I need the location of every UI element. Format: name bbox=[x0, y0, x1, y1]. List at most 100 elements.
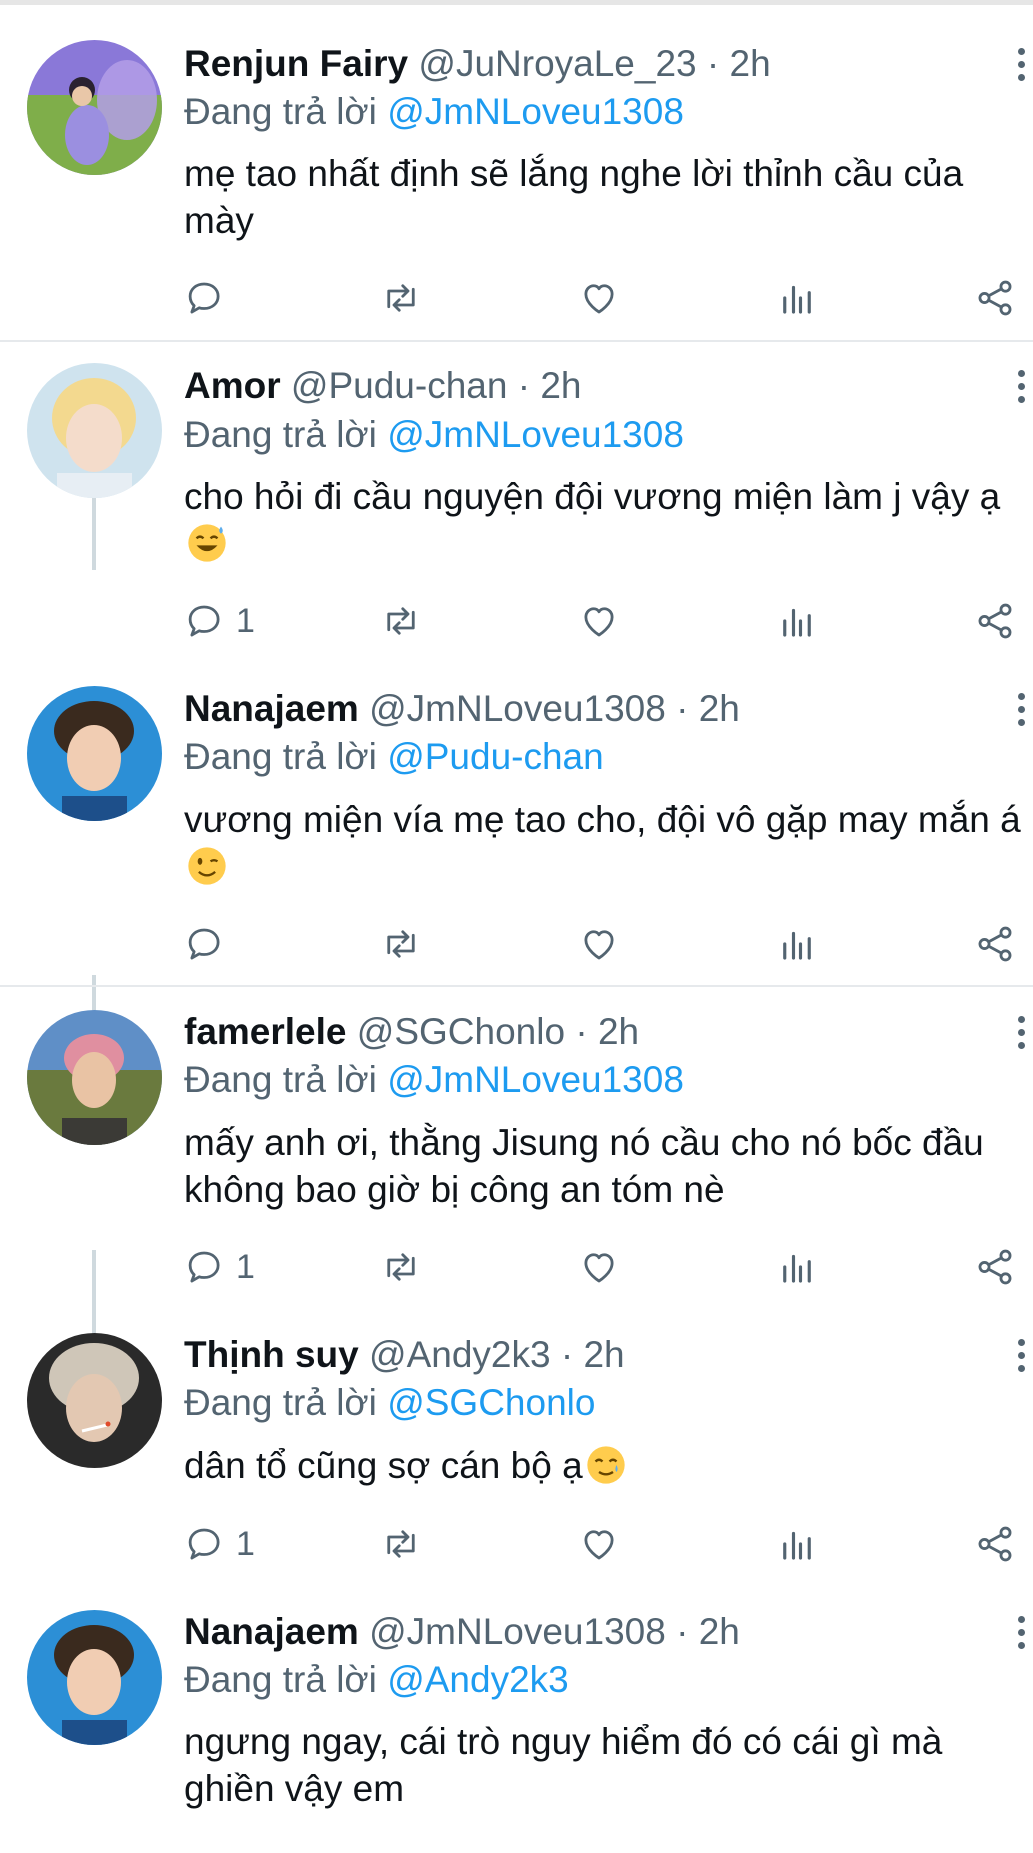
tweet-divider bbox=[0, 340, 1033, 342]
reply-button[interactable]: 1 bbox=[184, 1519, 255, 1569]
reply-icon bbox=[188, 1528, 220, 1560]
replying-to-handle[interactable]: @JmNLoveu1308 bbox=[387, 1059, 684, 1100]
retweet-button[interactable] bbox=[380, 1519, 422, 1569]
replying-label: Đang trả lời bbox=[184, 1659, 377, 1700]
timestamp[interactable]: 2h bbox=[699, 1611, 740, 1652]
timestamp[interactable]: 2h bbox=[730, 43, 771, 84]
reply-button[interactable] bbox=[184, 273, 236, 323]
timestamp[interactable]: 2h bbox=[540, 365, 581, 406]
views-button[interactable] bbox=[776, 1242, 818, 1292]
retweet-button[interactable] bbox=[380, 596, 422, 646]
display-name[interactable]: Nanajaem bbox=[184, 1611, 359, 1652]
reply-icon bbox=[188, 928, 220, 960]
avatar[interactable] bbox=[27, 363, 162, 498]
display-name[interactable]: famerlele bbox=[184, 1011, 347, 1052]
share-icon bbox=[978, 1249, 1012, 1285]
views-icon bbox=[783, 1531, 811, 1560]
tweet-text: ngưng ngay, cái trò nguy hiểm đó có cái … bbox=[184, 1721, 943, 1809]
avatar[interactable] bbox=[27, 1333, 162, 1468]
replying-to-handle[interactable]: @Pudu-chan bbox=[387, 736, 604, 777]
heart-icon bbox=[584, 930, 614, 960]
views-icon bbox=[783, 931, 811, 960]
timestamp[interactable]: 2h bbox=[583, 1334, 624, 1375]
user-handle[interactable]: @JuNroyaLe_23 bbox=[418, 43, 696, 84]
reply-button[interactable]: 1 bbox=[184, 1242, 255, 1292]
reply-icon bbox=[188, 1251, 220, 1283]
more-icon[interactable] bbox=[1014, 1016, 1028, 1058]
action-bar: 1 bbox=[184, 1242, 1024, 1292]
views-icon bbox=[783, 285, 811, 314]
views-icon bbox=[783, 608, 811, 637]
timestamp[interactable]: 2h bbox=[598, 1011, 639, 1052]
timestamp[interactable]: 2h bbox=[699, 688, 740, 729]
replying-to-handle[interactable]: @Andy2k3 bbox=[387, 1659, 569, 1700]
share-icon bbox=[978, 280, 1012, 316]
avatar[interactable] bbox=[27, 1010, 162, 1145]
tweet-text: mấy anh ơi, thằng Jisung nó cầu cho nó b… bbox=[184, 1122, 984, 1210]
user-handle[interactable]: @JmNLoveu1308 bbox=[369, 688, 666, 729]
replying-label: Đang trả lời bbox=[184, 414, 377, 455]
share-button[interactable] bbox=[974, 273, 1016, 323]
more-icon[interactable] bbox=[1014, 48, 1028, 90]
reply-icon bbox=[188, 605, 220, 637]
avatar[interactable] bbox=[27, 686, 162, 821]
views-button[interactable] bbox=[776, 1519, 818, 1569]
user-handle[interactable]: @SGChonlo bbox=[357, 1011, 565, 1052]
reply-count: 1 bbox=[236, 601, 255, 640]
retweet-icon bbox=[387, 607, 415, 635]
share-icon bbox=[978, 926, 1012, 962]
more-icon[interactable] bbox=[1014, 370, 1028, 412]
like-button[interactable] bbox=[578, 919, 620, 969]
tweet-text: dân tổ cũng sợ cán bộ ạ bbox=[184, 1442, 1029, 1489]
display-name[interactable]: Thịnh suy bbox=[184, 1334, 359, 1375]
retweet-button[interactable] bbox=[380, 919, 422, 969]
retweet-button[interactable] bbox=[380, 1242, 422, 1292]
like-button[interactable] bbox=[578, 273, 620, 323]
replying-to-handle[interactable]: @JmNLoveu1308 bbox=[387, 414, 684, 455]
action-bar: 1 bbox=[184, 1519, 1024, 1569]
tweet-text: vương miện vía mẹ tao cho, đội vô gặp ma… bbox=[184, 796, 1029, 890]
share-button[interactable] bbox=[974, 596, 1016, 646]
share-icon bbox=[978, 603, 1012, 639]
more-icon[interactable] bbox=[1014, 1339, 1028, 1381]
more-icon[interactable] bbox=[1014, 1616, 1028, 1658]
share-button[interactable] bbox=[974, 919, 1016, 969]
like-button[interactable] bbox=[578, 596, 620, 646]
user-handle[interactable]: @JmNLoveu1308 bbox=[369, 1611, 666, 1652]
display-name[interactable]: Renjun Fairy bbox=[184, 43, 408, 84]
share-button[interactable] bbox=[974, 1519, 1016, 1569]
replying-label: Đang trả lời bbox=[184, 91, 377, 132]
heart-icon bbox=[584, 1530, 614, 1560]
retweet-button[interactable] bbox=[380, 273, 422, 323]
more-icon[interactable] bbox=[1014, 693, 1028, 735]
reply-button[interactable]: 1 bbox=[184, 596, 255, 646]
views-button[interactable] bbox=[776, 596, 818, 646]
retweet-icon bbox=[387, 930, 415, 958]
tweet-divider bbox=[0, 985, 1033, 987]
wink-emoji bbox=[188, 847, 226, 885]
views-button[interactable] bbox=[776, 919, 818, 969]
reply-count: 1 bbox=[236, 1247, 255, 1286]
heart-icon bbox=[584, 607, 614, 637]
share-icon bbox=[978, 1526, 1012, 1562]
action-bar bbox=[184, 919, 1024, 969]
display-name[interactable]: Nanajaem bbox=[184, 688, 359, 729]
action-bar: 1 bbox=[184, 596, 1024, 646]
replying-to-handle[interactable]: @SGChonlo bbox=[387, 1382, 595, 1423]
tweet-text: cho hỏi đi cầu nguyện đội vương miện làm… bbox=[184, 473, 1029, 567]
retweet-icon bbox=[387, 1530, 415, 1558]
replying-to-handle[interactable]: @JmNLoveu1308 bbox=[387, 91, 684, 132]
avatar[interactable] bbox=[27, 1610, 162, 1745]
like-button[interactable] bbox=[578, 1519, 620, 1569]
reply-button[interactable] bbox=[184, 919, 236, 969]
reply-count: 1 bbox=[236, 1524, 255, 1563]
display-name[interactable]: Amor bbox=[184, 365, 281, 406]
user-handle[interactable]: @Andy2k3 bbox=[369, 1334, 551, 1375]
like-button[interactable] bbox=[578, 1242, 620, 1292]
user-handle[interactable]: @Pudu-chan bbox=[291, 365, 508, 406]
share-button[interactable] bbox=[974, 1242, 1016, 1292]
retweet-icon bbox=[387, 1253, 415, 1281]
views-button[interactable] bbox=[776, 273, 818, 323]
reply-icon bbox=[188, 282, 220, 314]
avatar[interactable] bbox=[27, 40, 162, 175]
